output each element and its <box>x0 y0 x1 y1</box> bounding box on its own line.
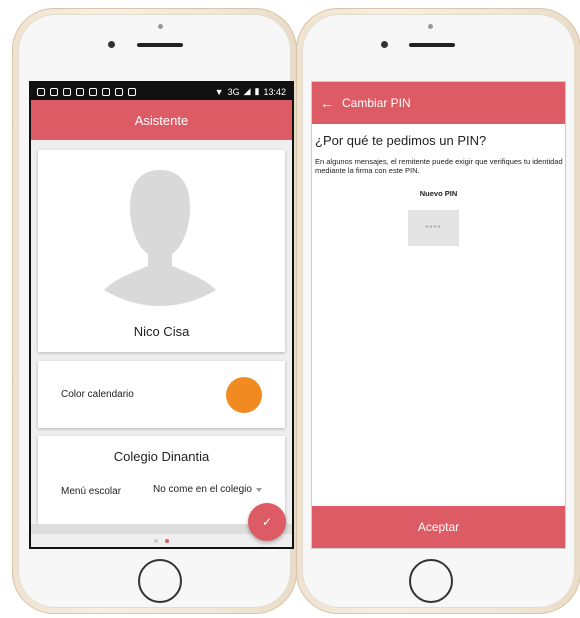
left-phone-speaker <box>137 43 183 47</box>
notification-icon <box>102 87 110 96</box>
left-screen: ▼ 3G ◢ ▮ 13:42 Asistente Nico Cisa Color… <box>29 81 294 549</box>
calendar-color-swatch[interactable] <box>226 377 262 413</box>
network-type: 3G <box>227 86 240 97</box>
accept-button[interactable]: Aceptar <box>312 506 565 548</box>
notification-icon <box>128 87 136 96</box>
new-pin-input[interactable]: **** <box>408 210 459 246</box>
back-arrow-icon[interactable]: ← <box>312 95 342 111</box>
left-phone-camera <box>108 41 115 48</box>
school-menu-select[interactable]: No come en el colegio <box>153 484 262 495</box>
left-phone-home-button[interactable] <box>138 559 182 603</box>
right-phone-camera <box>381 41 388 48</box>
status-right: ▼ 3G ◢ ▮ 13:42 <box>215 86 286 97</box>
dropbox-icon <box>76 87 84 96</box>
signal-icon: ◢ <box>243 86 251 96</box>
notification-icon <box>89 87 97 96</box>
new-pin-label: Nuevo PIN <box>419 189 458 198</box>
school-card: Colegio Dinantia Menú escolar No come en… <box>38 436 285 524</box>
right-phone-speaker <box>409 43 455 47</box>
pin-question: ¿Por qué te pedimos un PIN? <box>315 133 487 148</box>
status-time: 13:42 <box>263 86 286 97</box>
app-bar: Asistente <box>31 100 292 140</box>
page-dot[interactable] <box>154 539 158 543</box>
wifi-icon: ▼ <box>214 86 224 97</box>
mail-icon <box>63 87 71 96</box>
left-phone-top-sensor <box>158 24 163 29</box>
confirm-fab-button[interactable]: ✓ <box>248 503 286 541</box>
avatar-placeholder-icon <box>104 170 216 306</box>
page-dot-active[interactable] <box>165 539 169 543</box>
right-phone-top-sensor <box>428 24 433 29</box>
battery-icon: ▮ <box>254 86 260 96</box>
right-screen: ← Cambiar PIN ¿Por qué te pedimos un PIN… <box>311 81 566 549</box>
calendar-color-label: Color calendario <box>61 389 134 400</box>
notification-icon <box>37 87 45 96</box>
calendar-color-card[interactable]: Color calendario <box>38 361 285 428</box>
dropdown-caret-icon <box>255 487 262 492</box>
school-menu-value: No come en el colegio <box>153 484 252 495</box>
check-icon: ✓ <box>261 515 273 529</box>
change-pin-app-bar: ← Cambiar PIN <box>312 82 565 124</box>
notification-icon <box>50 87 58 96</box>
change-pin-title: Cambiar PIN <box>342 96 411 110</box>
profile-card[interactable]: Nico Cisa <box>38 150 285 352</box>
lock-icon <box>115 87 123 96</box>
profile-name: Nico Cisa <box>133 324 190 339</box>
notification-icons <box>37 87 136 96</box>
page-indicator <box>31 539 292 543</box>
pin-description: En algunos mensajes, el remitente puede … <box>315 157 563 175</box>
status-bar: ▼ 3G ◢ ▮ 13:42 <box>31 83 292 100</box>
school-menu-label: Menú escolar <box>61 486 122 497</box>
right-phone-home-button[interactable] <box>409 559 453 603</box>
accept-button-label: Aceptar <box>417 520 460 534</box>
school-name: Colegio Dinantia <box>113 449 210 464</box>
app-title: Asistente <box>134 112 189 128</box>
